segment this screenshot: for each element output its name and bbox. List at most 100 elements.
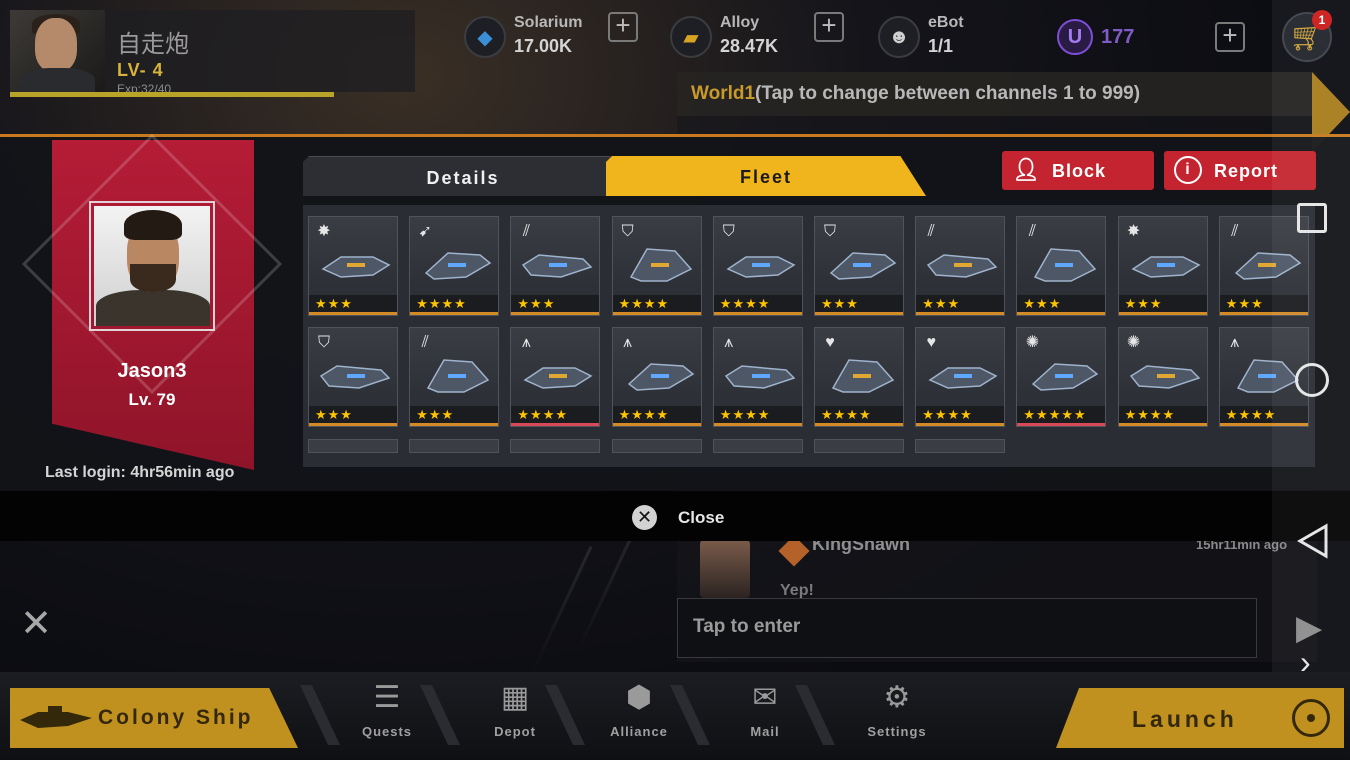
add-credits-button[interactable]: + — [1215, 22, 1245, 52]
fleet-ship-card[interactable]: ⛉ ★★★★ — [712, 216, 803, 316]
close-label: Close — [678, 508, 725, 527]
profile-level: Lv. 79 — [128, 390, 176, 409]
fleet-ship-card-partial[interactable] — [712, 439, 803, 453]
report-label: Report — [1214, 161, 1278, 181]
fleet-ship-card[interactable]: ✸ ★★★ — [1117, 216, 1208, 316]
colony-ship-icon — [20, 706, 92, 728]
resource-value: 28.47K — [720, 36, 779, 56]
alloy-bar-icon: ▰ — [670, 16, 712, 58]
ship-star-rating: ★★★★ — [713, 295, 802, 315]
ship-model-image — [831, 359, 895, 393]
ship-model-image — [627, 363, 694, 391]
fleet-ship-card[interactable]: ⩚ ★★★★ — [510, 327, 601, 427]
fleet-ship-card[interactable]: ♥ ★★★★ — [915, 327, 1006, 427]
colony-ship-button[interactable]: Colony Ship — [10, 688, 298, 748]
nav-settings[interactable]: ⚙ Settings — [842, 676, 952, 746]
exp-progress-bar — [10, 92, 334, 97]
back-icon[interactable] — [1296, 523, 1330, 559]
ship-star-rating: ★★★★★ — [1017, 406, 1106, 426]
burst-icon: ✸ — [317, 223, 331, 240]
info-icon: i — [1174, 156, 1202, 184]
block-button[interactable]: 👤︎ Block — [1002, 151, 1154, 190]
fleet-ship-card[interactable]: ⩚ ★★★★ — [611, 327, 702, 427]
ship-model-image — [321, 256, 391, 278]
claw-icon: ⫽ — [1028, 223, 1036, 240]
channel-hint: (Tap to change between channels 1 to 999… — [755, 83, 1141, 104]
fleet-ship-card-partial[interactable] — [915, 439, 1006, 453]
ship-star-rating: ★★★ — [916, 295, 1005, 315]
quests-icon: ☰ — [373, 681, 401, 714]
fleet-ship-card[interactable]: ⫽ ★★★ — [510, 216, 601, 316]
recent-apps-icon[interactable] — [1297, 203, 1327, 233]
ship-model-image — [319, 365, 391, 389]
ship-model-image — [427, 359, 490, 393]
claw-icon: ⫽ — [522, 223, 530, 240]
fleet-ship-card-partial[interactable] — [409, 439, 500, 453]
nav-label: Alliance — [610, 724, 668, 739]
radial-icon: ✺ — [1126, 334, 1141, 351]
ship-model-image — [1034, 248, 1097, 282]
resource-label: Solarium — [514, 14, 583, 31]
shield-icon: ⛉ — [621, 223, 634, 240]
fleet-ship-card[interactable]: ⫽ ★★★ — [1016, 216, 1107, 316]
colony-ship-label: Colony Ship — [98, 706, 254, 729]
launch-button[interactable]: Launch — [1056, 688, 1344, 748]
add-solarium-button[interactable]: + — [608, 12, 638, 42]
ship-model-image — [927, 254, 998, 278]
ship-star-rating: ★★★ — [410, 406, 499, 426]
mail-icon: ✉ — [752, 681, 778, 714]
fleet-ship-card[interactable]: ⛉ ★★★★ — [611, 216, 702, 316]
tools-icon[interactable]: ✕ — [14, 602, 58, 646]
player-card[interactable]: 自走炮 LV- 4 Exp:32/40 — [10, 10, 415, 96]
fleet-ship-card-partial[interactable] — [510, 439, 601, 453]
ship-star-rating: ★★★★ — [713, 406, 802, 426]
fleet-ship-card-partial[interactable] — [308, 439, 398, 453]
fleet-ship-card[interactable]: ⩚ ★★★★ — [712, 327, 803, 427]
shield-icon: ⛉ — [722, 223, 735, 240]
settings-icon: ⚙ — [883, 681, 911, 714]
ship-model-image — [724, 365, 796, 389]
ship-star-rating: ★★★ — [309, 295, 397, 315]
nav-label: Quests — [361, 724, 413, 739]
fleet-ship-card-partial[interactable] — [611, 439, 702, 453]
player-avatar[interactable] — [10, 10, 105, 92]
fleet-ship-card-partial[interactable] — [814, 439, 904, 453]
ship-star-rating: ★★★★ — [612, 406, 701, 426]
ship-star-rating: ★★★★ — [1118, 406, 1207, 426]
fleet-ship-card[interactable]: ⫽ ★★★ — [409, 327, 500, 427]
resource-label: eBot — [928, 14, 964, 31]
home-icon[interactable] — [1295, 363, 1329, 397]
heart-icon: ♥ — [825, 334, 835, 351]
ship-model-image — [928, 367, 998, 389]
fleet-ship-card[interactable]: ✺ ★★★★★ — [1016, 327, 1107, 427]
channel-selector[interactable]: World1(Tap to change between channels 1 … — [677, 72, 1312, 116]
fleet-ship-card[interactable]: ⛉ ★★★ — [814, 216, 904, 316]
depot-icon: ▦ — [500, 681, 530, 714]
nav-label: Mail — [750, 724, 780, 739]
fleet-ship-card[interactable]: ⫽ ★★★ — [915, 216, 1006, 316]
fleet-ship-card[interactable]: ✺ ★★★★ — [1117, 327, 1208, 427]
ship-model-image — [1131, 256, 1201, 278]
fleet-ship-card[interactable]: ⛉ ★★★ — [308, 327, 398, 427]
chat-input[interactable]: Tap to enter — [677, 598, 1257, 658]
ship-model-image — [1032, 363, 1099, 391]
radial-icon: ✺ — [1025, 334, 1040, 351]
add-alloy-button[interactable]: + — [814, 12, 844, 42]
close-bar — [0, 491, 1350, 541]
nav-label: Settings — [867, 724, 927, 739]
spike-icon: ⩚ — [1230, 334, 1240, 351]
player-level: LV- 4 — [117, 60, 164, 80]
profile-portrait — [89, 201, 215, 331]
fleet-ship-card[interactable]: ➹ ★★★★ — [409, 216, 500, 316]
tab-details[interactable]: Details — [303, 156, 623, 196]
chat-avatar[interactable] — [700, 540, 750, 598]
ship-model-image — [726, 256, 796, 278]
tab-fleet[interactable]: Fleet — [606, 156, 926, 196]
fleet-ship-card[interactable]: ✸ ★★★ — [308, 216, 398, 316]
fleet-ship-card[interactable]: ♥ ★★★★ — [814, 327, 904, 427]
shield-icon: ⛉ — [823, 223, 836, 240]
channel-world: World1 — [691, 83, 756, 104]
alliance-icon: ⬢ — [625, 681, 653, 714]
fleet-grid: ✸ ★★★ ➹ ★★★★ ⫽ ★★★ ⛉ ★★★★ ⛉ ★★★★ ⛉ ★★★ ⫽ ★★★ ⫽ ★★★ ✸ ★★★ ⫽… — [303, 205, 1315, 467]
spike-icon: ⩚ — [724, 334, 734, 351]
